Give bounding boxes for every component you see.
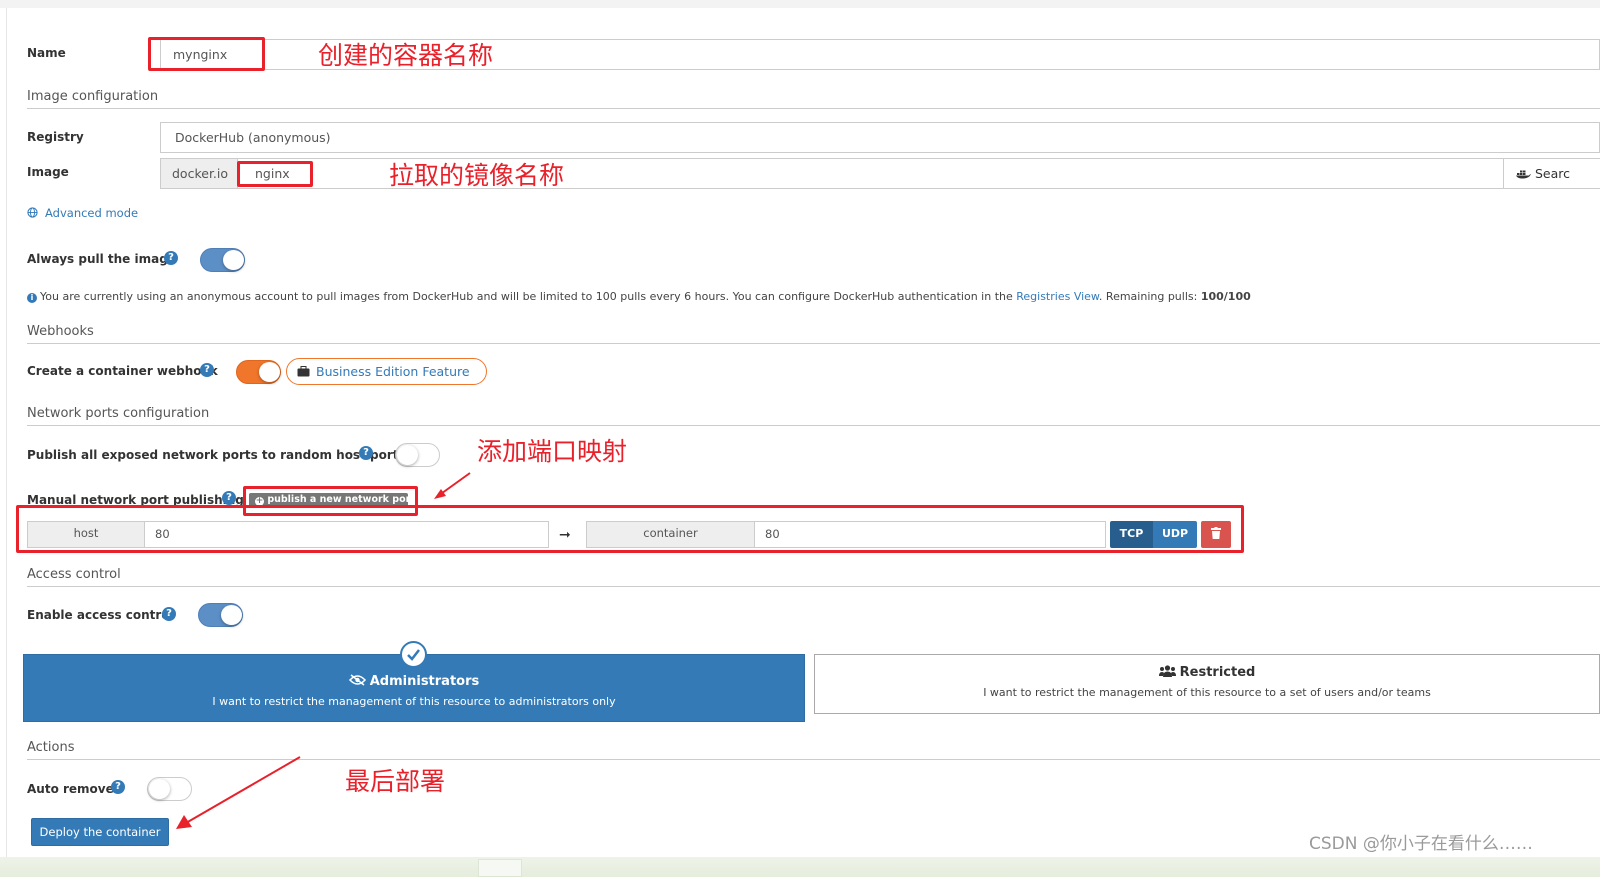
image-config-section: Image configuration (27, 87, 1600, 109)
search-image-button[interactable]: Searc (1503, 158, 1600, 189)
webhook-toggle[interactable] (236, 360, 281, 384)
registries-view-link[interactable]: Registries View (1016, 290, 1099, 303)
question-icon[interactable]: ? (359, 446, 373, 460)
publish-all-toggle[interactable] (395, 443, 440, 467)
access-control-label: Enable access control (27, 608, 174, 622)
pull-info: i You are currently using an anonymous ac… (27, 290, 1251, 303)
restricted-option[interactable]: Restricted I want to restrict the manage… (814, 654, 1600, 714)
briefcase-icon (297, 366, 310, 377)
always-pull-toggle[interactable] (200, 248, 245, 272)
info-icon: i (27, 293, 37, 303)
remaining-pulls-value: 100/100 (1200, 290, 1251, 303)
deploy-annotation: 最后部署 (345, 767, 446, 796)
access-control-section: Access control (27, 565, 1600, 587)
auto-remove-label: Auto remove (27, 782, 114, 796)
annotation-arrow (176, 756, 301, 829)
bottom-bar (0, 857, 1600, 877)
deploy-button[interactable]: Deploy the container (31, 818, 169, 846)
administrators-title: Administrators (369, 674, 480, 689)
port-mapping-annotation-box (16, 505, 1244, 553)
administrators-description: I want to restrict the management of thi… (212, 695, 616, 708)
port-annotation: 添加端口映射 (477, 437, 628, 466)
question-icon[interactable]: ? (164, 251, 178, 265)
name-annotation-box (148, 37, 265, 71)
question-icon[interactable]: ? (222, 491, 236, 505)
eye-slash-icon (348, 674, 366, 686)
image-label: Image (27, 165, 69, 179)
docker-icon (1516, 170, 1531, 179)
webhook-label: Create a container webhook (27, 364, 218, 378)
image-annotation-box (237, 161, 313, 187)
access-control-toggle[interactable] (198, 603, 243, 627)
advanced-mode-link[interactable]: Advanced mode (45, 206, 138, 220)
publish-all-label: Publish all exposed network ports to ran… (27, 448, 406, 462)
restricted-title: Restricted (1179, 665, 1256, 680)
check-icon (400, 641, 427, 668)
watermark: CSDN @你小子在看什么…… (1309, 834, 1533, 854)
name-annotation: 创建的容器名称 (318, 41, 494, 70)
image-registry-prefix: docker.io (160, 158, 238, 189)
network-ports-section: Network ports configuration (27, 404, 1600, 426)
annotation-arrow (434, 472, 471, 499)
registry-label: Registry (27, 130, 84, 144)
question-icon[interactable]: ? (200, 363, 214, 377)
business-edition-badge[interactable]: Business Edition Feature (286, 358, 487, 385)
question-icon[interactable]: ? (162, 607, 176, 621)
globe-icon (27, 207, 38, 218)
top-bar (0, 0, 1600, 8)
question-icon[interactable]: ? (111, 780, 125, 794)
webhooks-section: Webhooks (27, 322, 1600, 344)
image-annotation: 拉取的镜像名称 (389, 161, 565, 190)
registry-select[interactable]: DockerHub (anonymous) (160, 122, 1600, 153)
name-label: Name (27, 46, 66, 60)
always-pull-label: Always pull the image (27, 252, 176, 266)
users-icon (1158, 665, 1176, 677)
restricted-description: I want to restrict the management of thi… (983, 686, 1431, 699)
